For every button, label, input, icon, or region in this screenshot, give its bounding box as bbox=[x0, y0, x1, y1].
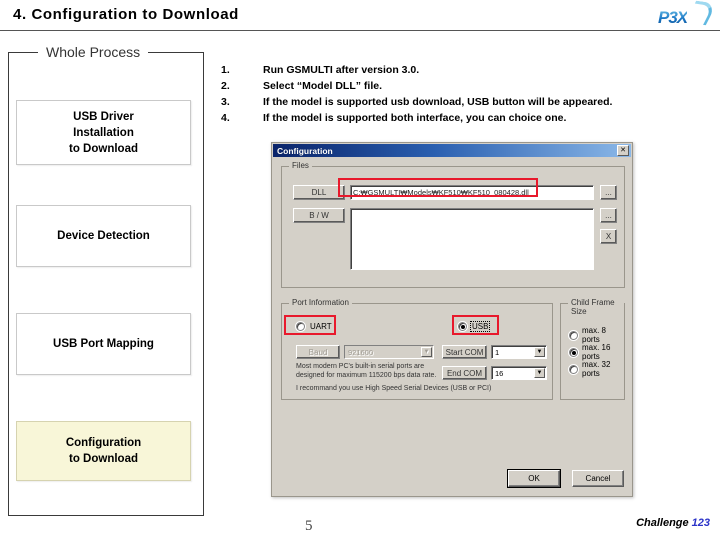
uart-radio[interactable]: UART bbox=[296, 322, 333, 331]
serial-hint-line-3: I recommand you use High Speed Serial De… bbox=[296, 385, 492, 392]
serial-hint-line-2: designed for maximum 115200 bps data rat… bbox=[296, 372, 437, 379]
instruction-item: 2. Select “Model DLL” file. bbox=[221, 78, 713, 94]
logo-swoosh-icon bbox=[685, 0, 717, 26]
bw-browse-button[interactable]: ... bbox=[600, 208, 617, 223]
flow-step-device-detection[interactable]: Device Detection bbox=[16, 205, 191, 267]
ok-button[interactable]: OK bbox=[507, 469, 561, 488]
instruction-number: 4. bbox=[221, 112, 230, 124]
serial-hint-line-1: Most modern PC's built-in serial ports a… bbox=[296, 363, 425, 370]
instruction-number: 2. bbox=[221, 80, 230, 92]
chevron-down-icon[interactable]: ▼ bbox=[534, 347, 545, 357]
bw-file-list[interactable] bbox=[350, 208, 594, 270]
radio-dot-icon bbox=[569, 364, 578, 374]
flow-step-label: Device Detection bbox=[57, 230, 150, 242]
instruction-text: Select “Model DLL” file. bbox=[263, 80, 383, 92]
child-frame-size-group: Child Frame Size max. 8 ports max. 16 po… bbox=[560, 298, 625, 400]
p3x-logo: P3X bbox=[656, 0, 717, 32]
bw-label: B / W bbox=[293, 208, 345, 223]
child-frame-radio-label: max. 32 ports bbox=[582, 360, 611, 378]
flow-step-label: Configuration to Download bbox=[65, 437, 142, 465]
footer-brand: Challenge 123 bbox=[636, 517, 710, 529]
uart-radio-label: UART bbox=[310, 322, 332, 331]
files-group-legend: Files bbox=[289, 161, 312, 170]
instruction-text: If the model is supported both interface… bbox=[263, 112, 567, 124]
port-information-legend: Port Information bbox=[289, 298, 352, 307]
radio-dot-icon bbox=[458, 322, 467, 331]
end-com-value: 16 bbox=[495, 368, 504, 378]
start-com-dropdown[interactable]: 1 ▼ bbox=[491, 345, 547, 359]
end-com-dropdown[interactable]: 16 ▼ bbox=[491, 366, 547, 380]
usb-radio-label: USB bbox=[469, 321, 491, 332]
baud-rate-dropdown: 921600 ▼ bbox=[344, 345, 434, 359]
flow-step-label: USB Port Mapping bbox=[53, 338, 154, 350]
child-frame-radio-label: max. 16 ports bbox=[582, 343, 611, 361]
instruction-item: 4. If the model is supported both interf… bbox=[221, 110, 713, 126]
instruction-number: 3. bbox=[221, 96, 230, 108]
child-frame-size-legend: Child Frame Size bbox=[568, 298, 624, 316]
instruction-text: Run GSMULTI after version 3.0. bbox=[263, 64, 420, 76]
instruction-item: 1. Run GSMULTI after version 3.0. bbox=[221, 62, 713, 78]
child-frame-radio-label: max. 8 ports bbox=[582, 326, 607, 344]
start-com-label: Start COM bbox=[442, 345, 487, 359]
logo-text: P3X bbox=[658, 8, 688, 27]
instruction-list: 1. Run GSMULTI after version 3.0. 2. Sel… bbox=[221, 62, 713, 126]
configuration-dialog: Configuration ✕ Files DLL C:₩GSMULTI₩Mod… bbox=[271, 142, 633, 497]
dll-browse-button[interactable]: ... bbox=[600, 185, 617, 200]
close-icon[interactable]: ✕ bbox=[617, 145, 629, 156]
flow-step-usb-driver-installation[interactable]: USB Driver Installation to Download bbox=[16, 100, 191, 165]
bw-clear-button[interactable]: X bbox=[600, 229, 617, 244]
usb-radio[interactable]: USB bbox=[458, 321, 491, 332]
flow-step-usb-port-mapping[interactable]: USB Port Mapping bbox=[16, 313, 191, 375]
flow-step-configuration-to-download[interactable]: Configuration to Download bbox=[16, 421, 191, 481]
radio-dot-icon bbox=[569, 347, 578, 357]
cancel-button[interactable]: Cancel bbox=[572, 470, 624, 487]
chevron-down-icon[interactable]: ▼ bbox=[534, 368, 545, 378]
footer-brand-number: 123 bbox=[691, 517, 710, 529]
instruction-item: 3. If the model is supported usb downloa… bbox=[221, 94, 713, 110]
start-com-value: 1 bbox=[495, 347, 500, 357]
dialog-title: Configuration bbox=[277, 145, 333, 156]
page-title: 4. Configuration to Download bbox=[13, 6, 239, 23]
radio-dot-icon bbox=[296, 322, 305, 331]
dll-label: DLL bbox=[293, 185, 345, 200]
whole-process-legend: Whole Process bbox=[38, 44, 149, 60]
dialog-titlebar[interactable]: Configuration ✕ bbox=[273, 144, 631, 157]
radio-dot-icon bbox=[569, 330, 578, 340]
end-com-label: End COM bbox=[442, 366, 487, 380]
child-frame-radio-32-ports[interactable]: max. 32 ports bbox=[569, 360, 624, 378]
baud-rate-value: 921600 bbox=[348, 347, 374, 357]
baud-label: Baud bbox=[296, 345, 340, 359]
child-frame-radio-16-ports[interactable]: max. 16 ports bbox=[569, 343, 624, 361]
files-group: Files DLL C:₩GSMULTI₩Models₩KF510₩KF510_… bbox=[281, 161, 625, 288]
port-information-group: Port Information UART USB Baud 921600 ▼ … bbox=[281, 298, 553, 400]
header-divider bbox=[0, 30, 720, 31]
instruction-text: If the model is supported usb download, … bbox=[263, 96, 613, 108]
instruction-number: 1. bbox=[221, 64, 230, 76]
footer-brand-text: Challenge bbox=[636, 517, 689, 529]
dll-path-input[interactable]: C:₩GSMULTI₩Models₩KF510₩KF510_080428.dll bbox=[350, 185, 594, 200]
flow-step-label: USB Driver Installation to Download bbox=[69, 110, 138, 155]
chevron-down-icon: ▼ bbox=[421, 347, 432, 357]
page-number: 5 bbox=[305, 518, 313, 534]
child-frame-radio-8-ports[interactable]: max. 8 ports bbox=[569, 326, 624, 344]
